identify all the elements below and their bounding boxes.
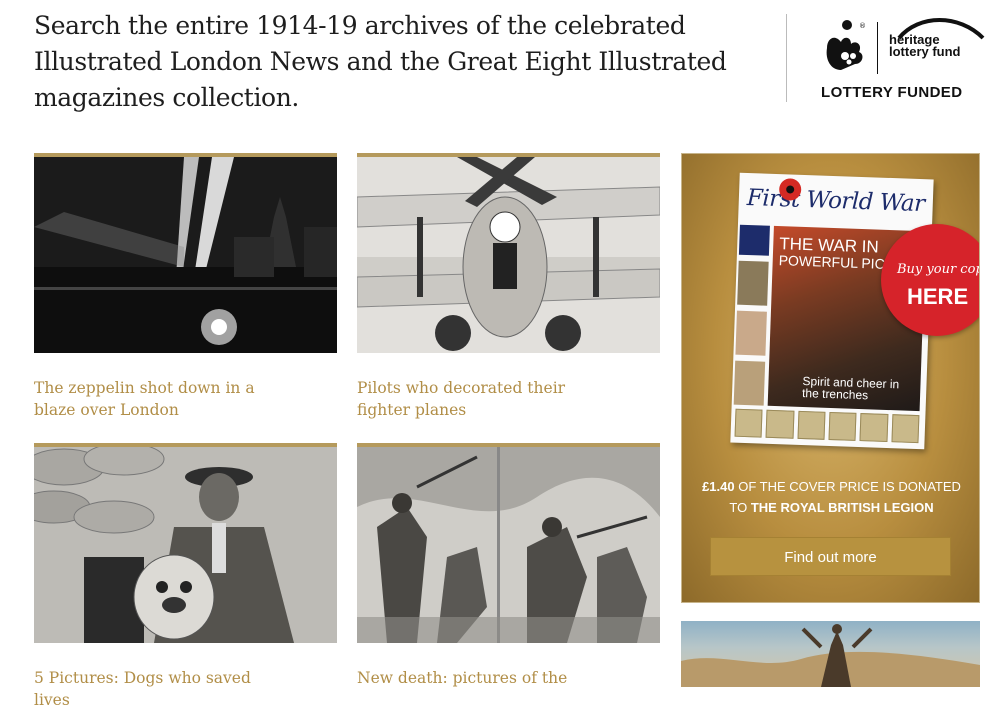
magazine-headline-2: POWERFUL PICT bbox=[778, 252, 894, 273]
hlf-wordmark: heritage lottery fund bbox=[889, 33, 985, 59]
svg-text:®: ® bbox=[859, 22, 866, 30]
badge-line2: HERE bbox=[907, 284, 969, 309]
card-caption[interactable]: New death: pictures of the bbox=[357, 667, 597, 689]
donate-text-1: OF THE COVER PRICE IS DONATED bbox=[734, 479, 961, 494]
lottery-funded-label: LOTTERY FUNDED bbox=[821, 84, 963, 101]
magazine-sidebar bbox=[733, 224, 770, 406]
find-out-more-button[interactable]: Find out more bbox=[710, 537, 951, 576]
searchlights-photo[interactable] bbox=[34, 157, 337, 353]
donate-beneficiary: THE ROYAL BRITISH LEGION bbox=[750, 500, 934, 515]
magazine-advert[interactable]: First World War THE WAR IN POWERFUL PICT… bbox=[681, 153, 980, 603]
story-card-zeppelin[interactable]: The zeppelin shot down in a blaze over L… bbox=[34, 153, 337, 421]
secondary-advert-image[interactable] bbox=[681, 621, 980, 687]
magazine-title: First World War bbox=[746, 184, 926, 218]
badge-line1: Buy your copy bbox=[897, 262, 979, 277]
magazine-thumbnail-strip bbox=[734, 408, 920, 444]
biplane-photo[interactable] bbox=[357, 157, 660, 353]
card-caption[interactable]: Pilots who decorated their fighter plane… bbox=[357, 377, 597, 421]
page-headline: Search the entire 1914-19 archives of th… bbox=[34, 11, 727, 112]
story-card-new-death[interactable]: New death: pictures of the bbox=[357, 443, 660, 689]
card-caption[interactable]: The zeppelin shot down in a blaze over L… bbox=[34, 377, 274, 421]
magazine-subline: Spirit and cheer in the trenches bbox=[801, 374, 900, 403]
donate-amount: £1.40 bbox=[702, 479, 735, 494]
card-caption[interactable]: 5 Pictures: Dogs who saved lives bbox=[34, 667, 274, 711]
logo-row: ® heritage lottery fund bbox=[821, 18, 985, 78]
soldier-dog-photo[interactable] bbox=[34, 447, 337, 643]
lottery-funded-logo[interactable]: ® heritage lottery fund LOTTERY FUNDED bbox=[786, 14, 987, 102]
lottery-hand-icon: ® bbox=[826, 20, 866, 70]
battle-illustration[interactable] bbox=[357, 447, 660, 643]
donation-notice: £1.40 OF THE COVER PRICE IS DONATED TO T… bbox=[682, 476, 979, 518]
logo-divider bbox=[877, 22, 878, 74]
story-card-pilots[interactable]: Pilots who decorated their fighter plane… bbox=[357, 153, 660, 421]
hlf-line2: lottery fund bbox=[889, 44, 961, 59]
poppy-icon bbox=[779, 178, 802, 201]
story-card-dogs[interactable]: 5 Pictures: Dogs who saved lives bbox=[34, 443, 337, 711]
donate-text-2: TO bbox=[729, 500, 751, 515]
